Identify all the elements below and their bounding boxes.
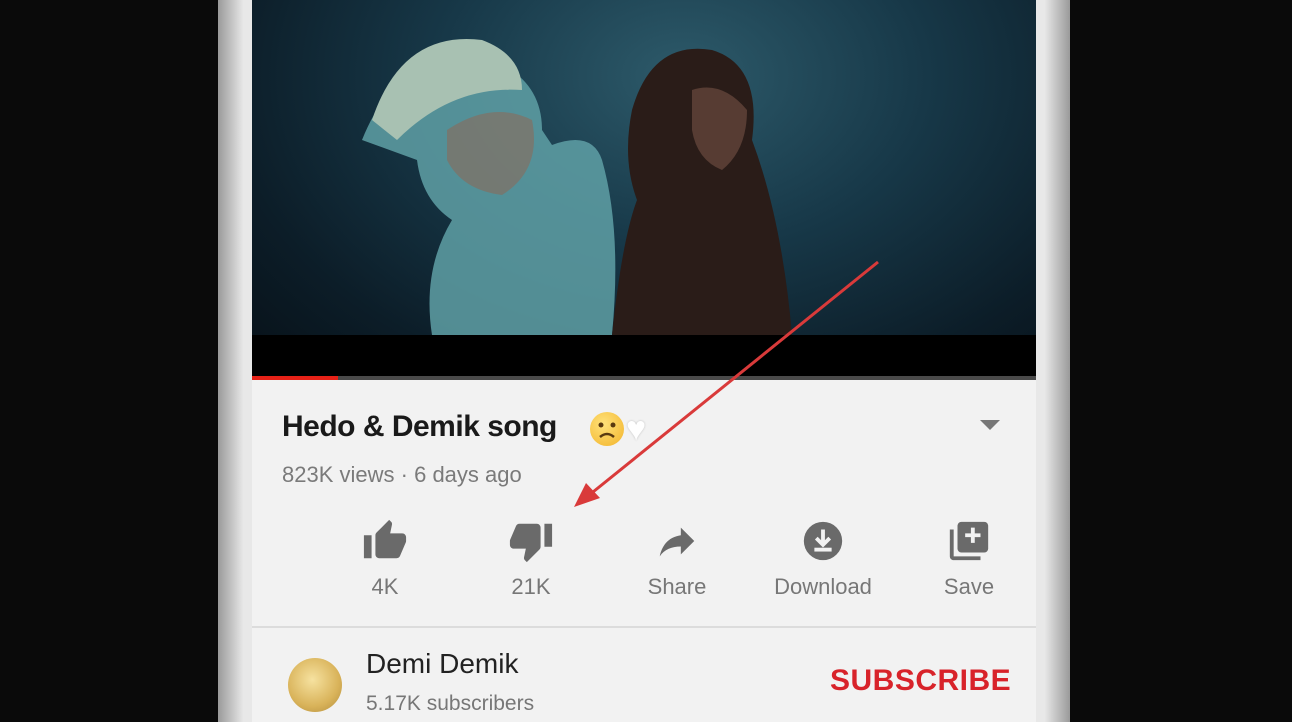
- meta-separator: ·: [400, 462, 408, 487]
- subscriber-count: 5.17K subscribers: [366, 692, 535, 715]
- share-button[interactable]: Share: [602, 510, 752, 610]
- save-icon: [949, 521, 989, 561]
- channel-row: Demi Demik 5.17K subscribers SUBSCRIBE: [252, 630, 1036, 722]
- share-label: Share: [647, 574, 707, 599]
- background-left: [0, 0, 218, 722]
- youtube-screen: Hedo & Demik song ♥ 823K views · 6 days …: [252, 0, 1036, 722]
- thumbs-down-icon: [509, 523, 553, 563]
- dislike-button[interactable]: 21K: [456, 510, 606, 610]
- video-player[interactable]: [252, 0, 1036, 380]
- progress-fill: [252, 376, 339, 380]
- subscribe-button[interactable]: SUBSCRIBE: [830, 664, 1011, 698]
- dislike-count: 21K: [511, 574, 551, 599]
- title-row[interactable]: Hedo & Demik song ♥: [252, 400, 1036, 460]
- progress-bar[interactable]: [252, 376, 1036, 380]
- video-thumbnail: [362, 39, 792, 335]
- sad-face-emoji-icon: [590, 412, 624, 446]
- thumbs-up-icon: [363, 519, 407, 559]
- save-button[interactable]: Save: [894, 510, 1044, 610]
- channel-avatar[interactable]: [288, 658, 342, 712]
- white-heart-emoji-icon: ♥: [626, 410, 647, 448]
- like-button[interactable]: 4K: [310, 510, 460, 610]
- video-meta: 823K views · 6 days ago: [282, 462, 522, 488]
- share-icon: [659, 527, 695, 557]
- video-title: Hedo & Demik song: [282, 410, 557, 443]
- view-count: 823K views: [282, 462, 395, 487]
- download-button[interactable]: Download: [748, 510, 898, 610]
- like-count: 4K: [371, 574, 399, 599]
- phone-frame: Hedo & Demik song ♥ 823K views · 6 days …: [218, 0, 1070, 722]
- background-right: [1070, 0, 1292, 722]
- save-label: Save: [943, 574, 995, 599]
- chevron-down-icon[interactable]: [980, 420, 1000, 430]
- upload-age: 6 days ago: [414, 462, 522, 487]
- download-icon: [803, 521, 843, 561]
- channel-name[interactable]: Demi Demik: [366, 648, 518, 680]
- divider: [252, 626, 1036, 628]
- download-label: Download: [774, 574, 872, 599]
- letterbox: [252, 335, 1036, 380]
- action-bar: 4K 21K Share Download Save: [252, 510, 1036, 610]
